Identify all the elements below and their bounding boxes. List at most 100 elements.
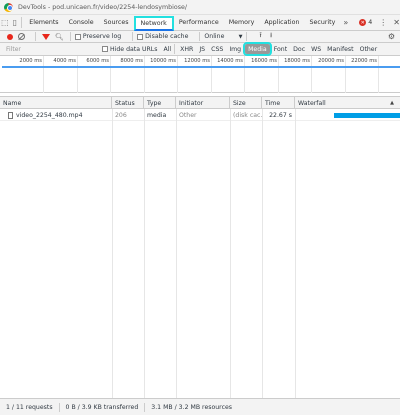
hide-data-urls-label: Hide data URLs: [110, 45, 158, 53]
overview-tick: 6000 ms: [86, 56, 111, 93]
overview-tick: 4000 ms: [53, 56, 78, 93]
file-icon: [8, 111, 13, 119]
preserve-log-checkbox[interactable]: [74, 33, 81, 40]
overview-tick: 20000 ms: [318, 56, 346, 93]
filter-type-all[interactable]: All: [160, 44, 176, 54]
divider: [69, 32, 71, 41]
column-header-size[interactable]: Size: [230, 97, 262, 109]
tick-label: 22000 ms: [351, 58, 377, 64]
window-title: DevTools - pod.unicaen.fr/video/2254-len…: [18, 3, 188, 11]
overview-tick: 18000 ms: [284, 56, 312, 93]
cell-type: media: [147, 111, 167, 119]
close-icon[interactable]: ✕: [393, 18, 400, 27]
column-divider: [144, 109, 145, 399]
inspect-element-icon[interactable]: ⬚: [0, 15, 10, 31]
resources-size: 3.1 MB / 3.2 MB resources: [151, 403, 233, 411]
panel-tabbar: ⬚ ▯ Elements Console Sources Network Per…: [0, 15, 400, 31]
hide-data-urls-checkbox[interactable]: [102, 46, 108, 52]
tick-label: 8000 ms: [120, 58, 143, 64]
tick-label: 14000 ms: [217, 58, 243, 64]
tab-sources[interactable]: Sources: [99, 15, 134, 31]
disable-cache-checkbox[interactable]: [137, 33, 144, 40]
filter-icon[interactable]: [42, 33, 50, 40]
throttling-value: Online: [204, 33, 225, 40]
tab-network[interactable]: Network: [133, 15, 174, 31]
column-divider: [176, 109, 177, 399]
cell-initiator: Other: [179, 111, 197, 119]
requests-count: 1 / 11 requests: [0, 402, 60, 412]
tick-label: 20000 ms: [318, 58, 344, 64]
throttling-select[interactable]: Online ▼: [204, 33, 242, 40]
divider: [246, 32, 248, 41]
cell-size: (disk cac...: [233, 111, 262, 119]
sort-ascending-icon: ▲: [390, 100, 394, 106]
overview-tick: 22000 ms: [351, 56, 379, 93]
filter-type-doc[interactable]: Doc: [290, 44, 308, 54]
tab-security[interactable]: Security: [305, 15, 341, 31]
filter-type-manifest[interactable]: Manifest: [324, 44, 356, 54]
tick-label: 12000 ms: [184, 58, 210, 64]
divider: [132, 32, 134, 41]
error-badge[interactable]: ✕ 4: [359, 19, 372, 26]
chevron-down-icon: ▼: [238, 33, 243, 40]
request-name: video_2254_480.mp4: [16, 111, 83, 119]
device-toolbar-icon[interactable]: ▯: [10, 15, 20, 31]
transferred-size: 0 B / 3.9 KB transferred: [60, 402, 146, 412]
filter-type-xhr[interactable]: XHR: [177, 44, 196, 54]
column-header-type[interactable]: Type: [144, 97, 176, 109]
waterfall-bar: [334, 113, 400, 118]
cell-name: video_2254_480.mp4: [5, 109, 112, 121]
filter-type-js[interactable]: JS: [196, 44, 208, 54]
filter-type-media[interactable]: Media: [243, 42, 272, 56]
column-header-initiator[interactable]: Initiator: [176, 97, 230, 109]
filter-type-font[interactable]: Font: [271, 44, 290, 54]
clear-icon[interactable]: [18, 33, 25, 40]
import-har-icon[interactable]: ⭱: [259, 31, 261, 42]
overview-tick: 12000 ms: [184, 56, 212, 93]
tick-label: 2000 ms: [19, 58, 42, 64]
timeline-overview[interactable]: 2000 ms 4000 ms 6000 ms 8000 ms 10000 ms…: [0, 56, 400, 93]
chrome-logo-icon: [4, 2, 13, 12]
tick-label: 18000 ms: [284, 58, 310, 64]
column-divider: [262, 109, 263, 399]
filter-type-css[interactable]: CSS: [208, 44, 226, 54]
tick-label: 4000 ms: [53, 58, 76, 64]
tab-performance[interactable]: Performance: [174, 15, 224, 31]
column-header-name[interactable]: Name: [0, 97, 112, 109]
more-tabs-button[interactable]: »: [340, 18, 351, 27]
column-header-time[interactable]: Time: [262, 97, 295, 109]
filter-type-ws[interactable]: WS: [308, 44, 324, 54]
preserve-log-label: Preserve log: [82, 33, 122, 40]
more-options-icon[interactable]: ⋮: [379, 18, 387, 27]
search-icon[interactable]: 🔍︎: [55, 33, 64, 41]
record-icon[interactable]: [7, 33, 13, 40]
tab-application[interactable]: Application: [259, 15, 304, 31]
window-titlebar: DevTools - pod.unicaen.fr/video/2254-len…: [0, 0, 400, 15]
filter-type-img[interactable]: Img: [226, 44, 244, 54]
column-header-waterfall[interactable]: Waterfall: [295, 97, 400, 109]
export-har-icon[interactable]: ⭳: [270, 31, 272, 42]
overview-tick: 10000 ms: [150, 56, 178, 93]
disable-cache-label: Disable cache: [145, 33, 189, 40]
divider: [20, 17, 22, 28]
column-divider: [230, 109, 231, 399]
tab-memory[interactable]: Memory: [224, 15, 260, 31]
tick-label: 10000 ms: [150, 58, 176, 64]
gear-icon[interactable]: ⚙: [388, 31, 395, 43]
column-header-status[interactable]: Status: [112, 97, 144, 109]
filter-input[interactable]: Filter: [6, 44, 93, 54]
tick-label: 6000 ms: [86, 58, 109, 64]
tab-elements[interactable]: Elements: [24, 15, 63, 31]
requests-table: Name Status Type Initiator Size Time Wat…: [0, 96, 400, 399]
filter-type-other[interactable]: Other: [357, 44, 381, 54]
error-icon: ✕: [359, 19, 367, 26]
column-divider: [112, 109, 113, 399]
column-divider: [295, 109, 296, 399]
status-bar: 1 / 11 requests 0 B / 3.9 KB transferred…: [0, 398, 400, 415]
overview-tick: 14000 ms: [217, 56, 245, 93]
tab-console[interactable]: Console: [64, 15, 99, 31]
tick-label: 16000 ms: [251, 58, 277, 64]
table-header: Name Status Type Initiator Size Time Wat…: [0, 97, 400, 109]
error-count: 4: [368, 19, 373, 26]
overview-tick: 8000 ms: [120, 56, 145, 93]
